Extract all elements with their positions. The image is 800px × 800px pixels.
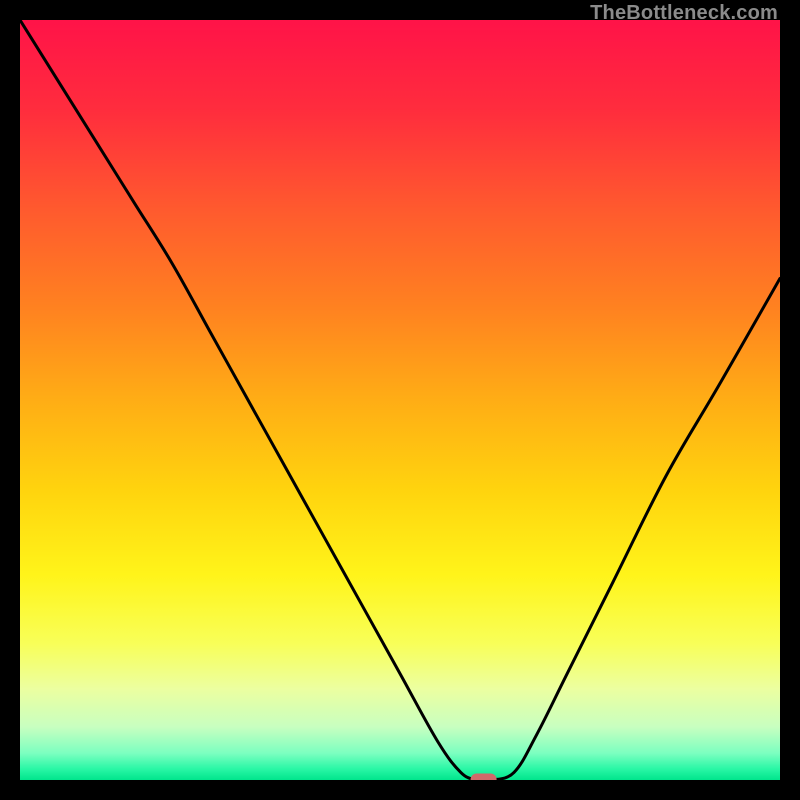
gradient-background: [20, 20, 780, 780]
optimal-point-marker: [471, 774, 497, 781]
watermark-text: TheBottleneck.com: [590, 2, 778, 25]
bottleneck-chart: [20, 20, 780, 780]
chart-frame: TheBottleneck.com: [0, 0, 800, 800]
plot-area: [20, 20, 780, 780]
